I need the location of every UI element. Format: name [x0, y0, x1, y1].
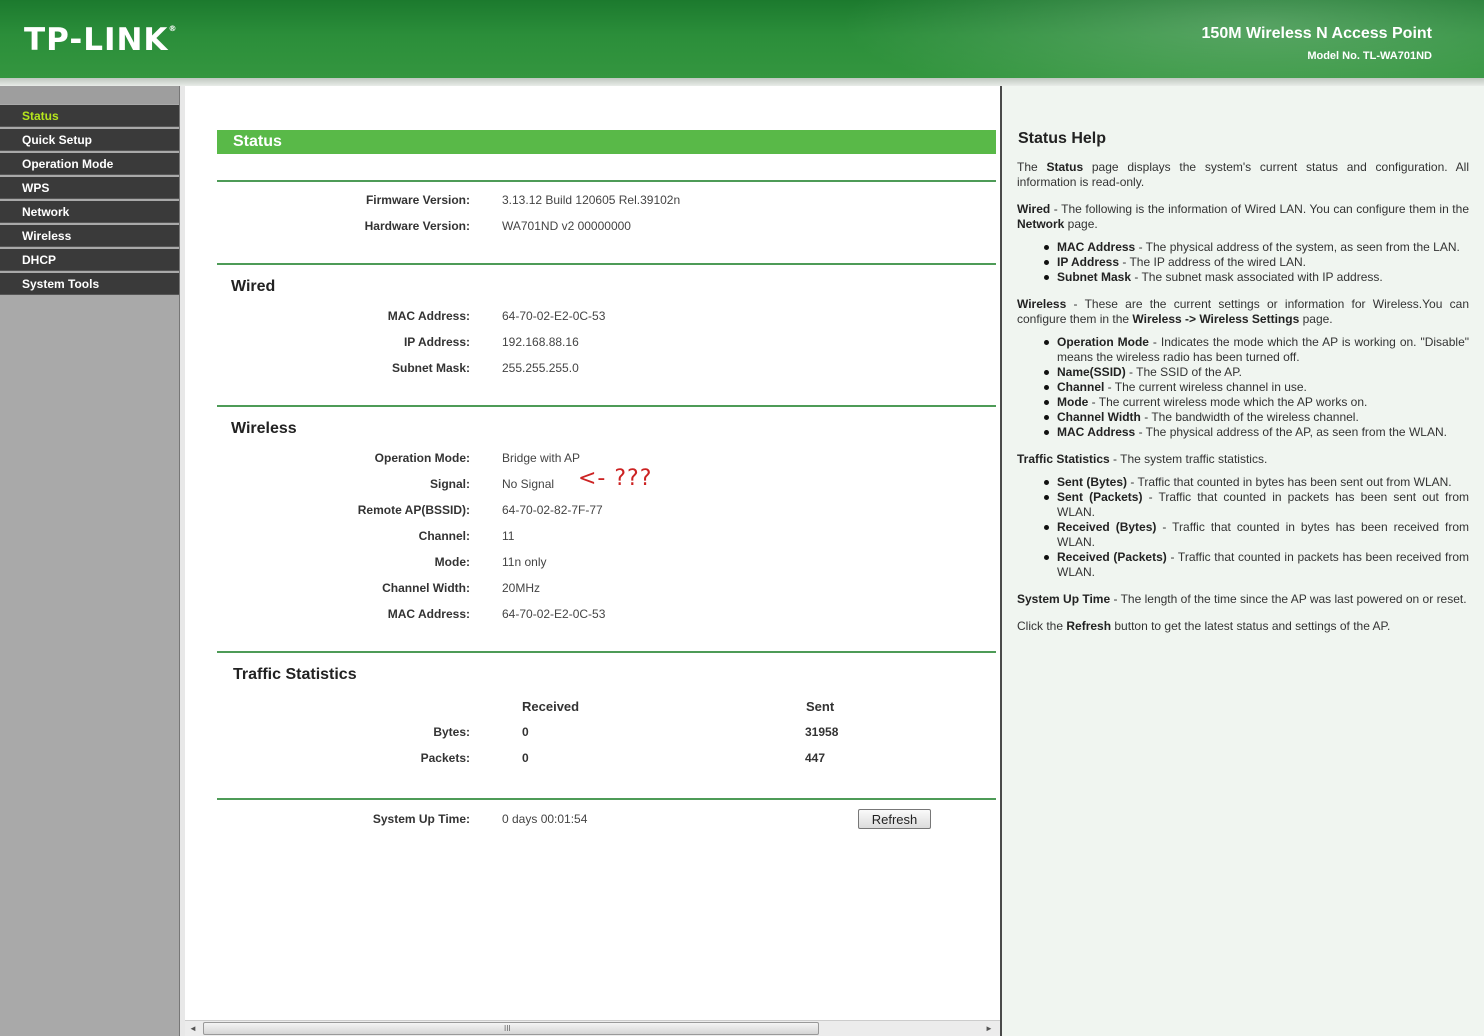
wired-mac-label: MAC Address:	[387, 309, 470, 323]
wired-ip-value: 192.168.88.16	[502, 335, 579, 349]
divider	[217, 263, 996, 265]
sidebar-item-wireless[interactable]: Wireless	[0, 225, 179, 247]
help-wired-list: MAC Address - The physical address of th…	[1044, 240, 1469, 285]
signal-annotation: <- ???	[578, 466, 653, 491]
header-divider	[0, 78, 1484, 86]
refresh-button[interactable]: Refresh	[858, 809, 931, 829]
divider	[217, 798, 996, 800]
help-title: Status Help	[1018, 130, 1107, 147]
remote-ap-label: Remote AP(BSSID):	[357, 503, 470, 517]
channel-width-label: Channel Width:	[382, 581, 470, 595]
list-item: Channel Width - The bandwidth of the wir…	[1044, 410, 1469, 425]
bytes-sent-value: 31958	[805, 725, 839, 739]
wired-mac-value: 64-70-02-E2-0C-53	[502, 309, 606, 323]
sidebar-item-quick-setup[interactable]: Quick Setup	[0, 129, 179, 151]
help-body: The Status page displays the system's cu…	[1017, 160, 1469, 646]
sidebar-item-dhcp[interactable]: DHCP	[0, 249, 179, 271]
uptime-value: 0 days 00:01:54	[502, 812, 588, 826]
mode-value: 11n only	[502, 555, 547, 569]
wired-ip-label: IP Address:	[403, 335, 470, 349]
wired-mask-value: 255.255.255.0	[502, 361, 579, 375]
wireless-section-title: Wireless	[231, 420, 297, 437]
horizontal-scrollbar[interactable]: ◄ III ►	[185, 1020, 1000, 1036]
sidebar-item-wps[interactable]: WPS	[0, 177, 179, 199]
signal-label: Signal:	[429, 477, 470, 491]
wireless-mac-value: 64-70-02-E2-0C-53	[502, 607, 606, 621]
scroll-right-icon[interactable]: ►	[982, 1022, 996, 1036]
sidebar-menu: Status Quick Setup Operation Mode WPS Ne…	[0, 105, 179, 297]
list-item: MAC Address - The physical address of th…	[1044, 425, 1469, 440]
model-number: Model No. TL-WA701ND	[1307, 50, 1432, 62]
list-item: IP Address - The IP address of the wired…	[1044, 255, 1469, 270]
list-item: Received (Packets) - Traffic that counte…	[1044, 550, 1469, 579]
help-traffic: Traffic Statistics - The system traffic …	[1017, 452, 1268, 466]
channel-label: Channel:	[418, 529, 470, 543]
list-item: Channel - The current wireless channel i…	[1044, 380, 1469, 395]
list-item: Subnet Mask - The subnet mask associated…	[1044, 270, 1469, 285]
tp-link-logo: TP-LINK®	[24, 22, 178, 58]
help-uptime: System Up Time - The length of the time …	[1017, 592, 1467, 606]
traffic-section-title: Traffic Statistics	[233, 666, 357, 683]
list-item: Name(SSID) - The SSID of the AP.	[1044, 365, 1469, 380]
sidebar-item-status[interactable]: Status	[0, 105, 179, 127]
packets-received-value: 0	[522, 751, 529, 765]
list-item: MAC Address - The physical address of th…	[1044, 240, 1469, 255]
operation-mode-label: Operation Mode:	[374, 451, 470, 465]
signal-value: No Signal	[502, 477, 555, 491]
help-wireless-list: Operation Mode - Indicates the mode whic…	[1044, 335, 1469, 440]
sidebar-item-operation-mode[interactable]: Operation Mode	[0, 153, 179, 175]
bytes-received-value: 0	[522, 725, 529, 739]
traffic-sent-header: Sent	[806, 699, 835, 714]
scrollbar-grip-icon: III	[504, 1024, 511, 1033]
sidebar-item-network[interactable]: Network	[0, 201, 179, 223]
hardware-version-value: WA701ND v2 00000000	[502, 219, 631, 233]
firmware-version-value: 3.13.12 Build 120605 Rel.39102n	[502, 193, 681, 207]
packets-sent-value: 447	[805, 751, 826, 765]
list-item: Sent (Bytes) - Traffic that counted in b…	[1044, 475, 1469, 490]
product-name: 150M Wireless N Access Point	[1201, 25, 1432, 42]
hardware-version-label: Hardware Version:	[364, 219, 470, 233]
list-item: Received (Bytes) - Traffic that counted …	[1044, 520, 1469, 549]
divider	[217, 405, 996, 407]
help-intro: The Status page displays the system's cu…	[1017, 160, 1470, 189]
sidebar: Status Quick Setup Operation Mode WPS Ne…	[0, 86, 181, 1036]
traffic-received-header: Received	[522, 699, 580, 714]
scroll-left-icon[interactable]: ◄	[186, 1022, 200, 1036]
scrollbar-thumb[interactable]: III	[203, 1022, 819, 1035]
operation-mode-value: Bridge with AP	[502, 451, 581, 465]
bytes-label: Bytes:	[433, 725, 470, 739]
channel-value: 11	[502, 529, 515, 543]
packets-label: Packets:	[420, 751, 470, 765]
uptime-label: System Up Time:	[372, 812, 470, 826]
page-title: Status	[217, 130, 996, 154]
header-banner: TP-LINK® 150M Wireless N Access Point Mo…	[0, 0, 1484, 78]
mode-label: Mode:	[434, 555, 470, 569]
firmware-version-label: Firmware Version:	[365, 193, 470, 207]
sidebar-item-system-tools[interactable]: System Tools	[0, 273, 179, 295]
divider	[217, 180, 996, 182]
list-item: Mode - The current wireless mode which t…	[1044, 395, 1469, 410]
wireless-mac-label: MAC Address:	[387, 607, 470, 621]
remote-ap-value: 64-70-02-82-7F-77	[502, 503, 603, 517]
wired-section-title: Wired	[231, 278, 276, 295]
list-item: Operation Mode - Indicates the mode whic…	[1044, 335, 1469, 364]
help-panel: Status Help The Status page displays the…	[1002, 86, 1484, 1036]
channel-width-value: 20MHz	[502, 581, 541, 595]
main-content: Status Firmware Version: 3.13.12 Build 1…	[185, 86, 1001, 1020]
wired-mask-label: Subnet Mask:	[391, 361, 470, 375]
help-traffic-list: Sent (Bytes) - Traffic that counted in b…	[1044, 475, 1469, 580]
help-wireless: Wireless - These are the current setting…	[1017, 297, 1469, 326]
list-item: Sent (Packets) - Traffic that counted in…	[1044, 490, 1469, 519]
help-refresh: Click the Refresh button to get the late…	[1017, 619, 1391, 633]
divider	[217, 651, 996, 653]
help-wired: Wired - The following is the information…	[1017, 202, 1469, 231]
